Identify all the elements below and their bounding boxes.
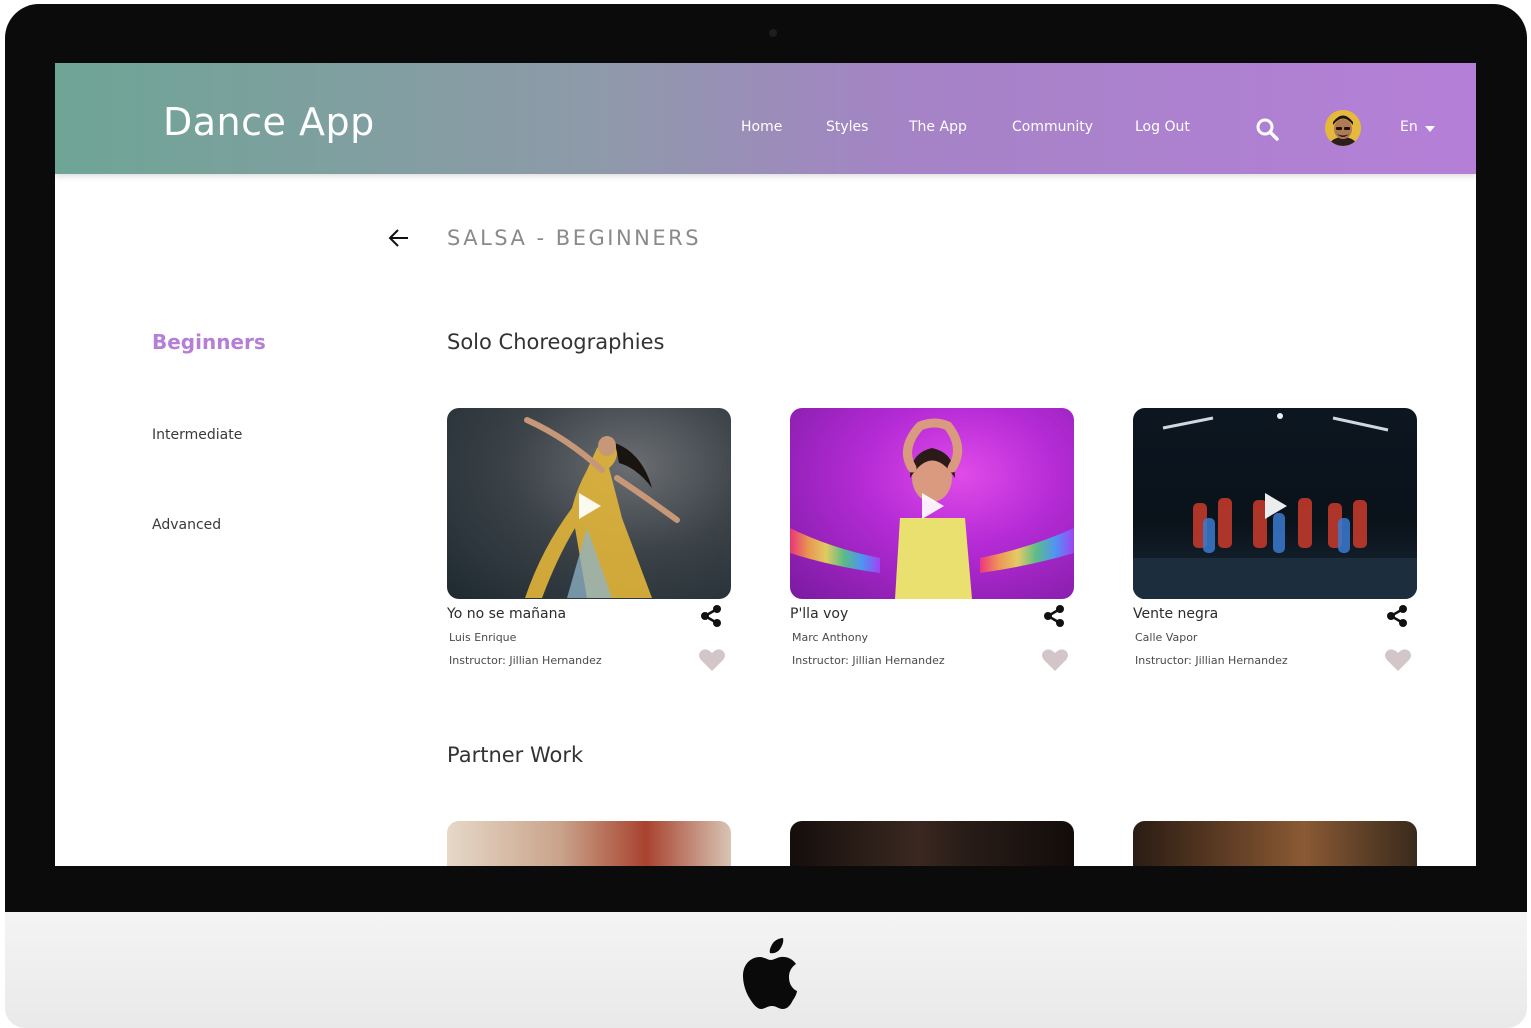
camera-dot	[769, 29, 777, 37]
sidebar-item-beginners[interactable]: Beginners	[152, 332, 266, 352]
share-icon[interactable]	[699, 604, 723, 628]
search-icon[interactable]	[1255, 117, 1279, 141]
video-thumbnail[interactable]	[447, 821, 731, 866]
play-icon[interactable]	[922, 493, 944, 519]
section-title-partner: Partner Work	[447, 743, 584, 767]
heart-icon[interactable]	[698, 647, 726, 673]
app-screen: Dance App Home Styles The App Community …	[55, 63, 1476, 866]
video-thumbnail[interactable]	[790, 821, 1074, 866]
page-title: SALSA - BEGINNERS	[447, 226, 702, 250]
video-instructor: Instructor: Jillian Hernandez	[792, 654, 945, 667]
video-thumbnail[interactable]	[447, 408, 731, 599]
chevron-down-icon[interactable]	[1425, 126, 1435, 132]
section-title-solo: Solo Choreographies	[447, 330, 665, 354]
video-thumbnail[interactable]	[1133, 821, 1417, 866]
avatar[interactable]	[1325, 110, 1361, 146]
play-icon[interactable]	[1265, 493, 1287, 519]
language-selector[interactable]: En	[1400, 120, 1418, 134]
video-title[interactable]: P'lla voy	[790, 607, 848, 621]
nav-home[interactable]: Home	[741, 120, 782, 134]
brand-logo[interactable]: Dance App	[163, 103, 375, 141]
video-thumbnail[interactable]	[1133, 408, 1417, 599]
top-navbar: Dance App Home Styles The App Community …	[55, 63, 1476, 174]
nav-styles[interactable]: Styles	[826, 120, 868, 134]
sidebar-item-intermediate[interactable]: Intermediate	[152, 428, 242, 442]
nav-log-out[interactable]: Log Out	[1135, 120, 1190, 134]
share-icon[interactable]	[1042, 604, 1066, 628]
video-instructor: Instructor: Jillian Hernandez	[1135, 654, 1288, 667]
video-title[interactable]: Vente negra	[1133, 607, 1218, 621]
sidebar-item-advanced[interactable]: Advanced	[152, 518, 221, 532]
share-icon[interactable]	[1385, 604, 1409, 628]
video-artist: Calle Vapor	[1135, 631, 1198, 644]
nav-the-app[interactable]: The App	[909, 120, 967, 134]
video-title[interactable]: Yo no se mañana	[447, 607, 566, 621]
video-artist: Luis Enrique	[449, 631, 517, 644]
heart-icon[interactable]	[1384, 647, 1412, 673]
heart-icon[interactable]	[1041, 647, 1069, 673]
play-icon[interactable]	[579, 493, 601, 519]
back-arrow-icon[interactable]	[387, 227, 411, 249]
avatar-portrait	[1325, 110, 1361, 146]
video-instructor: Instructor: Jillian Hernandez	[449, 654, 602, 667]
video-thumbnail[interactable]	[790, 408, 1074, 599]
nav-community[interactable]: Community	[1012, 120, 1093, 134]
apple-logo	[743, 938, 797, 1009]
video-artist: Marc Anthony	[792, 631, 869, 644]
